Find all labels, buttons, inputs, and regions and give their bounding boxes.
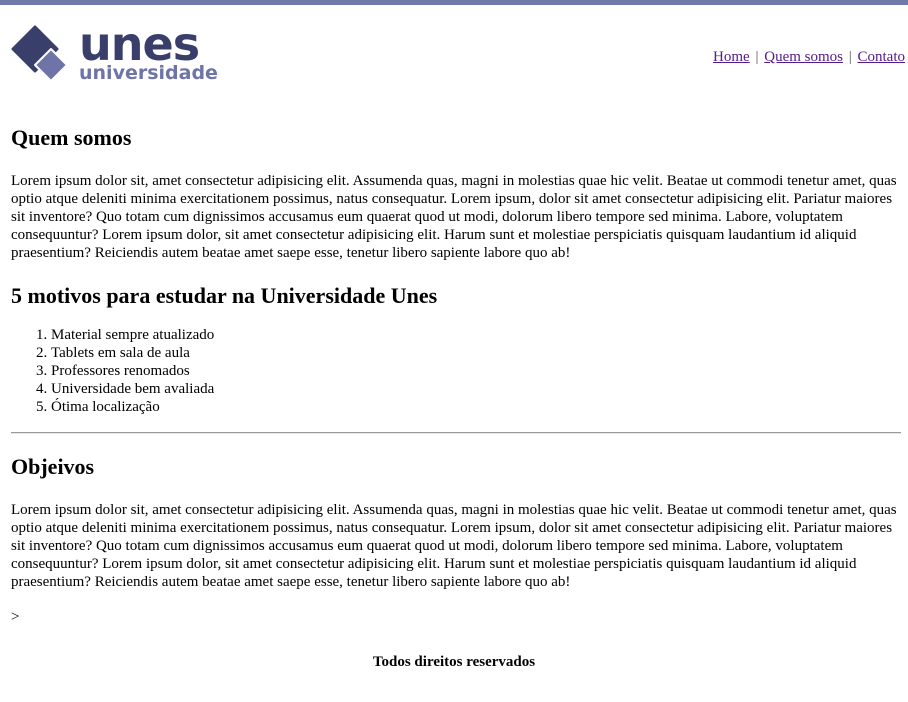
nav-home-link[interactable]: Home [713, 49, 750, 65]
logo-wordmark: unes [79, 17, 200, 71]
section-title-objetivos: Objeivos [11, 454, 95, 479]
nav-separator: | [848, 49, 852, 65]
divider [11, 432, 901, 434]
header: unes universidade Home | Quem somos | Co… [0, 5, 908, 90]
list-item: Universidade bem avaliada [51, 380, 897, 398]
paragraph-quem-somos: Lorem ipsum dolor sit, amet consectetur … [11, 173, 897, 261]
stray-text: > [11, 609, 20, 625]
motivos-list: Material sempre atualizado Tablets em sa… [11, 326, 897, 416]
main-nav: Home | Quem somos | Contato [713, 48, 905, 66]
section-title-quem-somos: Quem somos [11, 125, 132, 150]
list-item: Professores renomados [51, 362, 897, 380]
site-logo[interactable]: unes universidade [11, 21, 226, 89]
list-item: Tablets em sala de aula [51, 344, 897, 362]
nav-separator: | [755, 49, 759, 65]
list-item: Ótima localização [51, 398, 897, 416]
section-title-motivos: 5 motivos para estudar na Universidade U… [11, 283, 438, 308]
paragraph-objetivos: Lorem ipsum dolor sit, amet consectetur … [11, 502, 897, 590]
list-item: Material sempre atualizado [51, 326, 897, 344]
diamond-logo-icon [11, 25, 68, 82]
logo-subtitle: universidade [79, 62, 218, 84]
footer-text: Todos direitos reservados [372, 654, 536, 670]
nav-quem-somos-link[interactable]: Quem somos [764, 49, 843, 65]
nav-contato-link[interactable]: Contato [858, 49, 906, 65]
main-content: Quem somos Lorem ipsum dolor sit, amet c… [0, 125, 908, 671]
